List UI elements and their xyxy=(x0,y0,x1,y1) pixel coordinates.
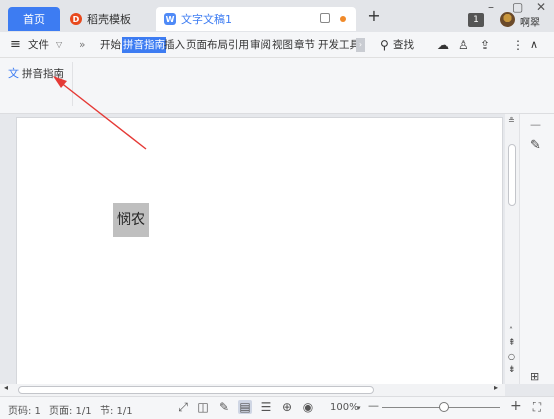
menu-bar: ≡ 文件 ▽ » 开始 拼音指南 插入 页面布局 引用 审阅 视图 章节 开发工… xyxy=(0,32,554,58)
maximize-button[interactable]: ▢ xyxy=(512,0,523,14)
status-page[interactable]: 页面: 1/1 xyxy=(49,402,92,417)
tab-document-label: 文字文稿1 xyxy=(181,13,232,26)
scroll-up-icon[interactable]: ˄ xyxy=(509,326,513,335)
window-count-badge[interactable]: 1 xyxy=(468,13,484,27)
tab-preview-icon[interactable] xyxy=(320,13,330,23)
fit-window-icon[interactable]: ⛶ xyxy=(530,400,544,414)
tab-review[interactable]: 审阅 xyxy=(250,32,271,58)
daoke-logo-icon: D xyxy=(70,13,82,25)
pinyin-guide-button[interactable]: 文 拼音指南 xyxy=(8,64,64,82)
zoom-level[interactable]: 100% xyxy=(330,402,359,413)
horizontal-scroll-thumb[interactable] xyxy=(18,386,374,394)
page-view-icon[interactable]: ▤ xyxy=(238,400,252,414)
tab-view[interactable]: 视图 xyxy=(272,32,293,58)
next-page-icon[interactable]: ⇟ xyxy=(508,365,516,375)
tab-references[interactable]: 引用 xyxy=(228,32,249,58)
share-icon[interactable]: ⇪ xyxy=(480,32,490,58)
collapse-ribbon-icon[interactable]: ∧ xyxy=(530,32,538,58)
ribbon-scroll-right-icon[interactable]: › xyxy=(356,38,365,52)
ruler-toggle-icon[interactable]: ≗ xyxy=(508,116,515,125)
tab-insert[interactable]: 插入 xyxy=(164,32,185,58)
zoom-out-button[interactable]: — xyxy=(368,399,379,412)
title-tab-bar: 首页 D 稻壳模板 W 文字文稿1 + – ▢ ✕ 1 啊翠 xyxy=(0,0,554,32)
pinyin-icon: 文 xyxy=(8,67,19,80)
pinyin-guide-label: 拼音指南 xyxy=(22,67,64,80)
tab-daoke-label: 稻壳模板 xyxy=(87,13,131,26)
zoom-slider-knob[interactable] xyxy=(439,402,449,412)
ribbon-panel: 文 拼音指南 xyxy=(0,58,554,114)
minimize-button[interactable]: – xyxy=(488,0,494,14)
select-browse-icon[interactable]: ○ xyxy=(508,352,515,361)
tab-start[interactable]: 开始 xyxy=(100,32,121,58)
file-menu[interactable]: 文件 xyxy=(28,32,49,58)
right-side-panel: — ✎ ⊞ xyxy=(519,114,554,384)
outline-view-icon[interactable]: ☰ xyxy=(259,400,273,414)
new-tab-button[interactable]: + xyxy=(366,8,382,25)
tab-developer-tools[interactable]: 开发工具 xyxy=(318,32,356,58)
pen-edit-icon[interactable]: ✎ xyxy=(530,138,541,153)
horizontal-scrollbar[interactable]: ◂ ▸ xyxy=(0,383,505,396)
reading-mode-icon[interactable]: ◫ xyxy=(196,400,210,414)
write-mode-icon[interactable]: ✎ xyxy=(217,400,231,414)
chevron-down-icon[interactable]: ▽ xyxy=(56,32,62,58)
tab-page-layout[interactable]: 页面布局 xyxy=(186,32,228,58)
cloud-sync-icon[interactable]: ☁ xyxy=(437,32,449,58)
scroll-right-icon[interactable]: ▸ xyxy=(494,383,498,392)
more-options-icon[interactable]: ⋮ xyxy=(512,32,524,58)
close-button[interactable]: ✕ xyxy=(536,0,546,14)
ribbon-divider xyxy=(72,62,73,106)
status-page-code[interactable]: 页码: 1 xyxy=(8,402,41,417)
search-button[interactable]: 查找 xyxy=(393,32,414,58)
username[interactable]: 啊翠 xyxy=(520,14,540,29)
document-page[interactable] xyxy=(17,118,502,388)
vertical-scrollbar[interactable]: ≗ ˄ ⇞ ○ ⇟ xyxy=(505,114,519,384)
scroll-left-icon[interactable]: ◂ xyxy=(4,383,8,392)
tab-home-label: 首页 xyxy=(23,13,45,26)
more-menus-icon[interactable]: » xyxy=(79,32,85,58)
writer-logo-icon: W xyxy=(164,13,176,25)
prev-page-icon[interactable]: ⇞ xyxy=(508,338,516,348)
unsaved-indicator-icon xyxy=(340,16,346,22)
tab-daoke-templates[interactable]: D 稻壳模板 xyxy=(62,7,152,31)
collaborate-icon[interactable]: ♙ xyxy=(458,32,469,58)
grid-apps-icon[interactable]: ⊞ xyxy=(530,370,539,383)
zoom-in-button[interactable]: + xyxy=(510,398,522,414)
hamburger-icon[interactable]: ≡ xyxy=(10,32,21,58)
vertical-scroll-thumb[interactable] xyxy=(508,144,516,206)
avatar[interactable] xyxy=(500,12,515,27)
fullscreen-icon[interactable]: ⤢ xyxy=(176,400,190,414)
tab-document[interactable]: W 文字文稿1 xyxy=(156,7,356,31)
tab-chapter[interactable]: 章节 xyxy=(294,32,315,58)
web-view-icon[interactable]: ⊕ xyxy=(280,400,294,414)
tab-home[interactable]: 首页 xyxy=(8,7,60,31)
panel-menu-icon[interactable]: — xyxy=(530,118,541,131)
eye-protection-icon[interactable]: ◉ xyxy=(301,400,315,414)
selected-text[interactable]: 悯农 xyxy=(113,203,149,237)
search-icon[interactable]: ⚲ xyxy=(380,32,389,58)
zoom-dropdown-icon[interactable]: ▾ xyxy=(357,404,361,412)
document-area xyxy=(0,114,505,389)
tab-pinyin-guide[interactable]: 拼音指南 xyxy=(122,37,166,53)
status-section[interactable]: 节: 1/1 xyxy=(100,402,133,417)
status-bar: 页码: 1 页面: 1/1 节: 1/1 ⤢ ◫ ✎ ▤ ☰ ⊕ ◉ 100% … xyxy=(0,396,554,419)
